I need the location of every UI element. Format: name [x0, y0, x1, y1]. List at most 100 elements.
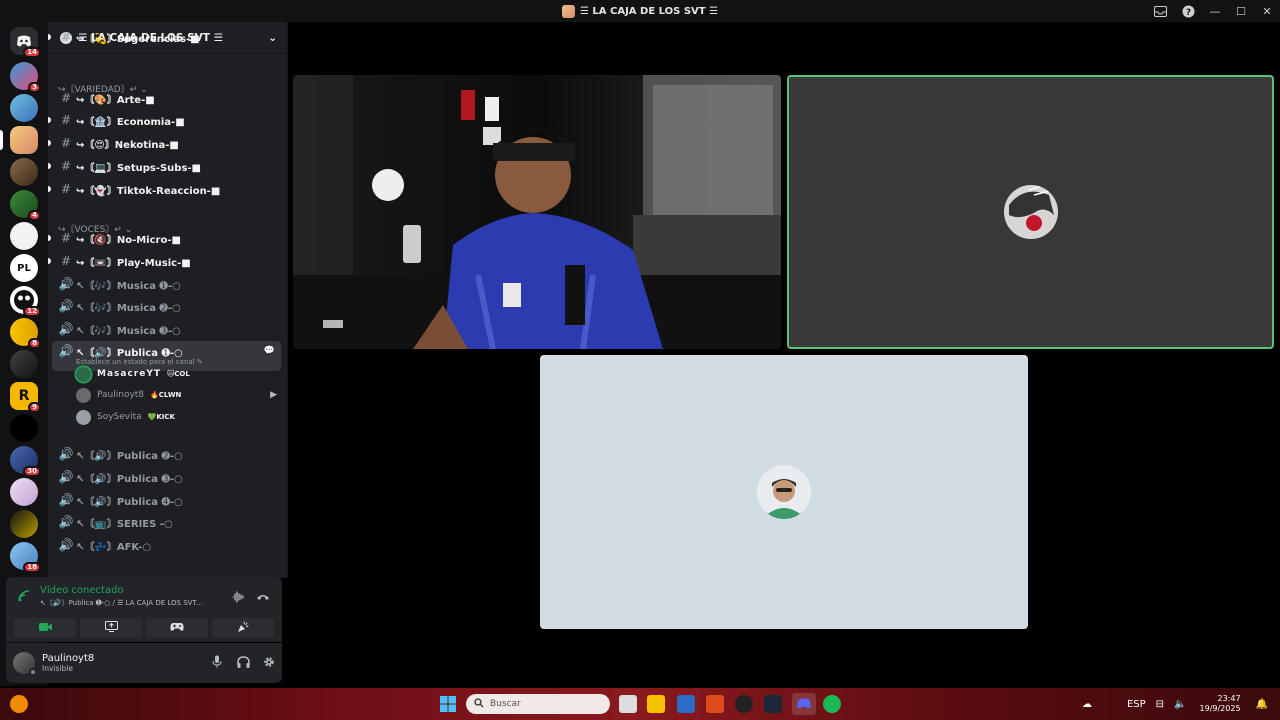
maximize-button[interactable]: ☐ — [1228, 0, 1254, 22]
video-tile-webcam[interactable] — [293, 75, 781, 349]
signal-icon[interactable] — [18, 590, 30, 605]
language-indicator[interactable]: ESP — [1127, 699, 1146, 710]
hashtag-icon: # — [60, 91, 72, 105]
server-icon-2[interactable] — [10, 94, 38, 122]
voice-channel[interactable]: 🔊 ↖〘🔊〙Publica ➌-○ — [52, 466, 281, 488]
hashtag-icon: # — [60, 30, 72, 44]
activities-button[interactable] — [146, 618, 208, 638]
server-icon-16[interactable]: 18 — [10, 542, 41, 573]
channel-name: ↪〘📼〙Play-Music-■ — [76, 257, 191, 269]
member-avatar — [76, 387, 91, 403]
widgets-icon[interactable] — [10, 695, 28, 713]
weather-cloud-icon[interactable]: ☁ — [1082, 699, 1092, 710]
voice-location[interactable]: ↖〘🔊〙Publica ➊-○ / ☰ LA CAJA DE LOS SVT..… — [40, 598, 203, 608]
server-letters: PL — [17, 262, 31, 274]
voice-channel[interactable]: 🔊 ↖〘🔊〙Publica ➍-○ — [52, 489, 281, 511]
voice-channel[interactable]: 🔊 ↖〘💤〙AFK-○ — [52, 534, 281, 556]
text-channel[interactable]: # ↪〘👻〙Tiktok-Reaccion-■ — [48, 178, 281, 200]
voice-action-bar — [6, 614, 282, 642]
notification-icon[interactable]: 🔔 — [1256, 699, 1268, 710]
voice-channel[interactable]: 🔊 ↖〘📺〙SERIES -○ — [52, 511, 281, 533]
server-badge: 4 — [28, 210, 41, 221]
voice-status[interactable]: Vídeo conectado — [40, 585, 124, 596]
spotify-icon[interactable] — [823, 695, 841, 713]
minimize-button[interactable]: — — [1202, 0, 1228, 22]
speaker-icon: 🔊 — [58, 299, 74, 313]
server-icon-pl[interactable]: PL — [10, 254, 38, 282]
close-button[interactable]: ✕ — [1254, 0, 1280, 22]
hashtag-icon: # — [60, 113, 72, 127]
server-icon-13[interactable]: 30 — [10, 446, 41, 477]
text-channel[interactable]: # ↪〘📼〙Play-Music-■ — [48, 250, 281, 272]
server-icon-8[interactable]: 12 — [10, 286, 41, 317]
steam-icon[interactable] — [764, 695, 782, 713]
taskbar-search[interactable]: Buscar — [466, 694, 610, 714]
help-icon[interactable]: ? — [1174, 0, 1202, 22]
channel-name: ↖〘🔊〙Publica ➊-○ — [76, 348, 183, 359]
user-info[interactable]: Paulinoyt8 Invisible — [42, 653, 204, 673]
member-server-tag: 💚KICK — [147, 413, 175, 421]
disconnect-icon[interactable] — [256, 591, 270, 606]
file-explorer-icon[interactable] — [647, 695, 665, 713]
server-icon-r[interactable]: R 9 — [10, 382, 41, 413]
direct-messages-button[interactable]: 14 — [10, 27, 41, 58]
voice-member[interactable]: Paulinoyt8 🔥CLWN ▶ — [76, 385, 277, 405]
title-bar: ☰ LA CAJA DE LOS SVT ☰ ? — ☐ ✕ — [0, 0, 1280, 22]
inbox-icon[interactable] — [1146, 0, 1174, 22]
server-icon-10[interactable] — [10, 350, 38, 378]
network-icon[interactable]: ⊟ — [1156, 699, 1164, 710]
calculator-icon[interactable] — [677, 695, 695, 713]
video-tile-user[interactable] — [540, 355, 1028, 629]
clock-date: 19/9/2025 — [1199, 704, 1241, 713]
search-icon — [474, 697, 484, 711]
speaker-icon: 🔊 — [58, 515, 74, 529]
server-icon-6[interactable] — [10, 222, 38, 250]
search-placeholder: Buscar — [490, 699, 521, 709]
voice-channel[interactable]: 🔊 ↖〘🎶〙Musica ➋-○ — [52, 295, 281, 317]
voice-member[interactable]: MasacreYT 🐱COL — [76, 364, 277, 384]
unread-indicator — [48, 163, 51, 169]
voice-channel[interactable]: 🔊 ↖〘🔊〙Publica ➋-○ — [52, 443, 281, 465]
server-icon-3-selected[interactable] — [0, 126, 38, 154]
voice-channel[interactable]: 🔊 ↖〘🎶〙Musica ➌-○ — [52, 318, 281, 340]
text-channel[interactable]: # ↪〘💻〙Setups-Subs-■ — [48, 155, 281, 177]
webcam-feed — [293, 75, 781, 349]
soundboard-button[interactable] — [212, 618, 274, 638]
screen-share-button[interactable] — [80, 618, 142, 638]
windows-start-icon[interactable] — [439, 695, 457, 713]
task-view-icon[interactable] — [619, 695, 637, 713]
text-channel[interactable]: # ↪〘🏦〙Economia-■ — [48, 109, 281, 131]
unread-indicator — [48, 235, 51, 241]
text-channel[interactable]: # ↪〘😍〙Nekotina-■ — [48, 132, 281, 154]
noise-suppression-icon[interactable] — [232, 591, 244, 606]
text-channel[interactable]: # ↪〘🎨〙Arte-■ — [52, 87, 281, 109]
microphone-icon[interactable] — [204, 655, 230, 671]
voice-channel[interactable]: 🔊 ↖〘🎶〙Musica ➊-○ — [52, 273, 281, 295]
server-icon-1[interactable]: 3 — [10, 62, 41, 93]
headphones-icon[interactable] — [230, 655, 256, 671]
channel-name: ↖〘🎶〙Musica ➋-○ — [76, 302, 181, 314]
volume-icon[interactable]: 🔈 — [1174, 699, 1186, 710]
obs-icon[interactable] — [735, 695, 753, 713]
channel-name: ↪〘🔇〙No-Micro-■ — [76, 234, 181, 246]
user-avatar[interactable] — [13, 652, 37, 676]
unread-indicator — [48, 117, 51, 123]
server-icon-14[interactable] — [10, 478, 38, 506]
text-channel[interactable]: # ↪〘🔇〙No-Micro-■ — [48, 227, 281, 249]
camera-button[interactable] — [14, 618, 76, 638]
brave-browser-icon[interactable] — [706, 695, 724, 713]
voice-member[interactable]: SoySevita 💚KICK — [76, 407, 277, 427]
settings-gear-icon[interactable] — [256, 656, 282, 671]
discord-taskbar-icon[interactable] — [792, 693, 816, 715]
server-icon-5[interactable]: 4 — [10, 190, 41, 221]
clock[interactable]: 23:47 19/9/2025 — [1200, 694, 1241, 715]
text-channel[interactable]: # ↪〘💫〙Sugerencias-■ — [48, 26, 281, 48]
video-tile-speaking-user[interactable] — [787, 75, 1274, 349]
open-chat-icon[interactable]: 💬 — [264, 346, 275, 356]
server-icon-4[interactable] — [10, 158, 38, 186]
server-icon-15[interactable] — [10, 510, 38, 538]
server-icon-9[interactable]: 8 — [10, 318, 41, 349]
user-panel: Paulinoyt8 Invisible — [6, 643, 282, 683]
server-icon-12[interactable] — [10, 414, 38, 442]
speaker-icon: 🔊 — [58, 322, 74, 336]
